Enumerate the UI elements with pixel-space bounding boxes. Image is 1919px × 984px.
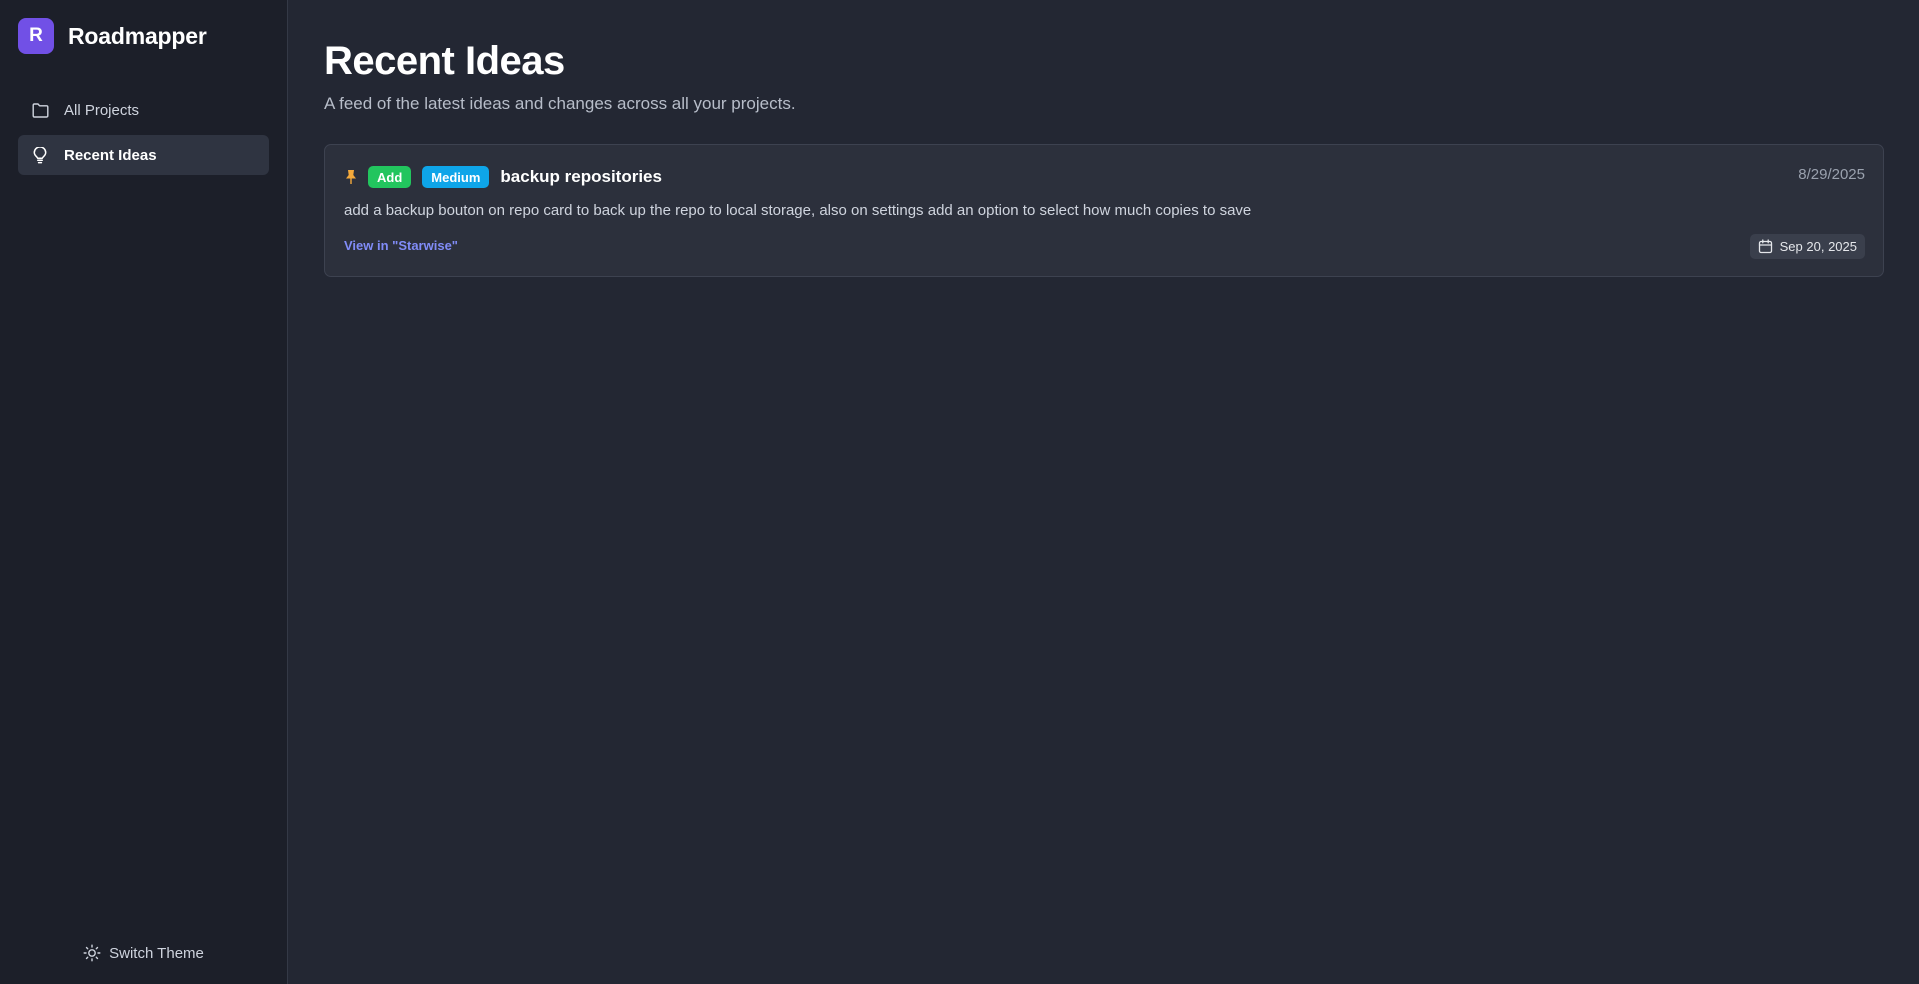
due-date-chip: Sep 20, 2025 — [1749, 234, 1865, 259]
idea-title: backup repositories — [500, 167, 662, 186]
lightbulb-icon — [31, 146, 49, 164]
sidebar-nav: All Projects Recent Ideas — [18, 90, 269, 180]
idea-card[interactable]: Add Medium backup repositories 8/29/2025… — [324, 144, 1884, 277]
page-title: Recent Ideas — [324, 39, 565, 83]
due-date-label: Sep 20, 2025 — [1779, 239, 1857, 254]
switch-theme-label: Switch Theme — [109, 944, 204, 962]
switch-theme-button[interactable]: Switch Theme — [0, 944, 287, 962]
brand-name: Roadmapper — [68, 22, 207, 49]
brand[interactable]: R Roadmapper — [18, 18, 207, 54]
type-badge: Add — [368, 166, 412, 188]
pin-icon — [344, 169, 358, 185]
idea-description: add a backup bouton on repo card to back… — [344, 202, 1252, 219]
idea-created-date: 8/29/2025 — [1798, 166, 1865, 183]
main-content: Recent Ideas A feed of the latest ideas … — [288, 0, 1919, 984]
priority-badge: Medium — [422, 166, 490, 188]
sidebar-item-all-projects[interactable]: All Projects — [18, 90, 269, 130]
folder-icon — [31, 101, 49, 119]
view-in-project-link[interactable]: View in "Starwise" — [344, 238, 458, 253]
sidebar-item-label: Recent Ideas — [64, 146, 157, 164]
sun-icon — [83, 944, 101, 962]
sidebar-item-recent-ideas[interactable]: Recent Ideas — [18, 135, 269, 175]
page-subtitle: A feed of the latest ideas and changes a… — [324, 94, 796, 113]
sidebar-item-label: All Projects — [64, 101, 140, 119]
idea-header: Add Medium backup repositories — [344, 166, 662, 188]
brand-logo: R — [18, 18, 54, 54]
sidebar: R Roadmapper All Projects Recent Ideas S… — [0, 0, 288, 984]
calendar-icon — [1758, 239, 1773, 254]
app-root: R Roadmapper All Projects Recent Ideas S… — [0, 0, 1919, 984]
